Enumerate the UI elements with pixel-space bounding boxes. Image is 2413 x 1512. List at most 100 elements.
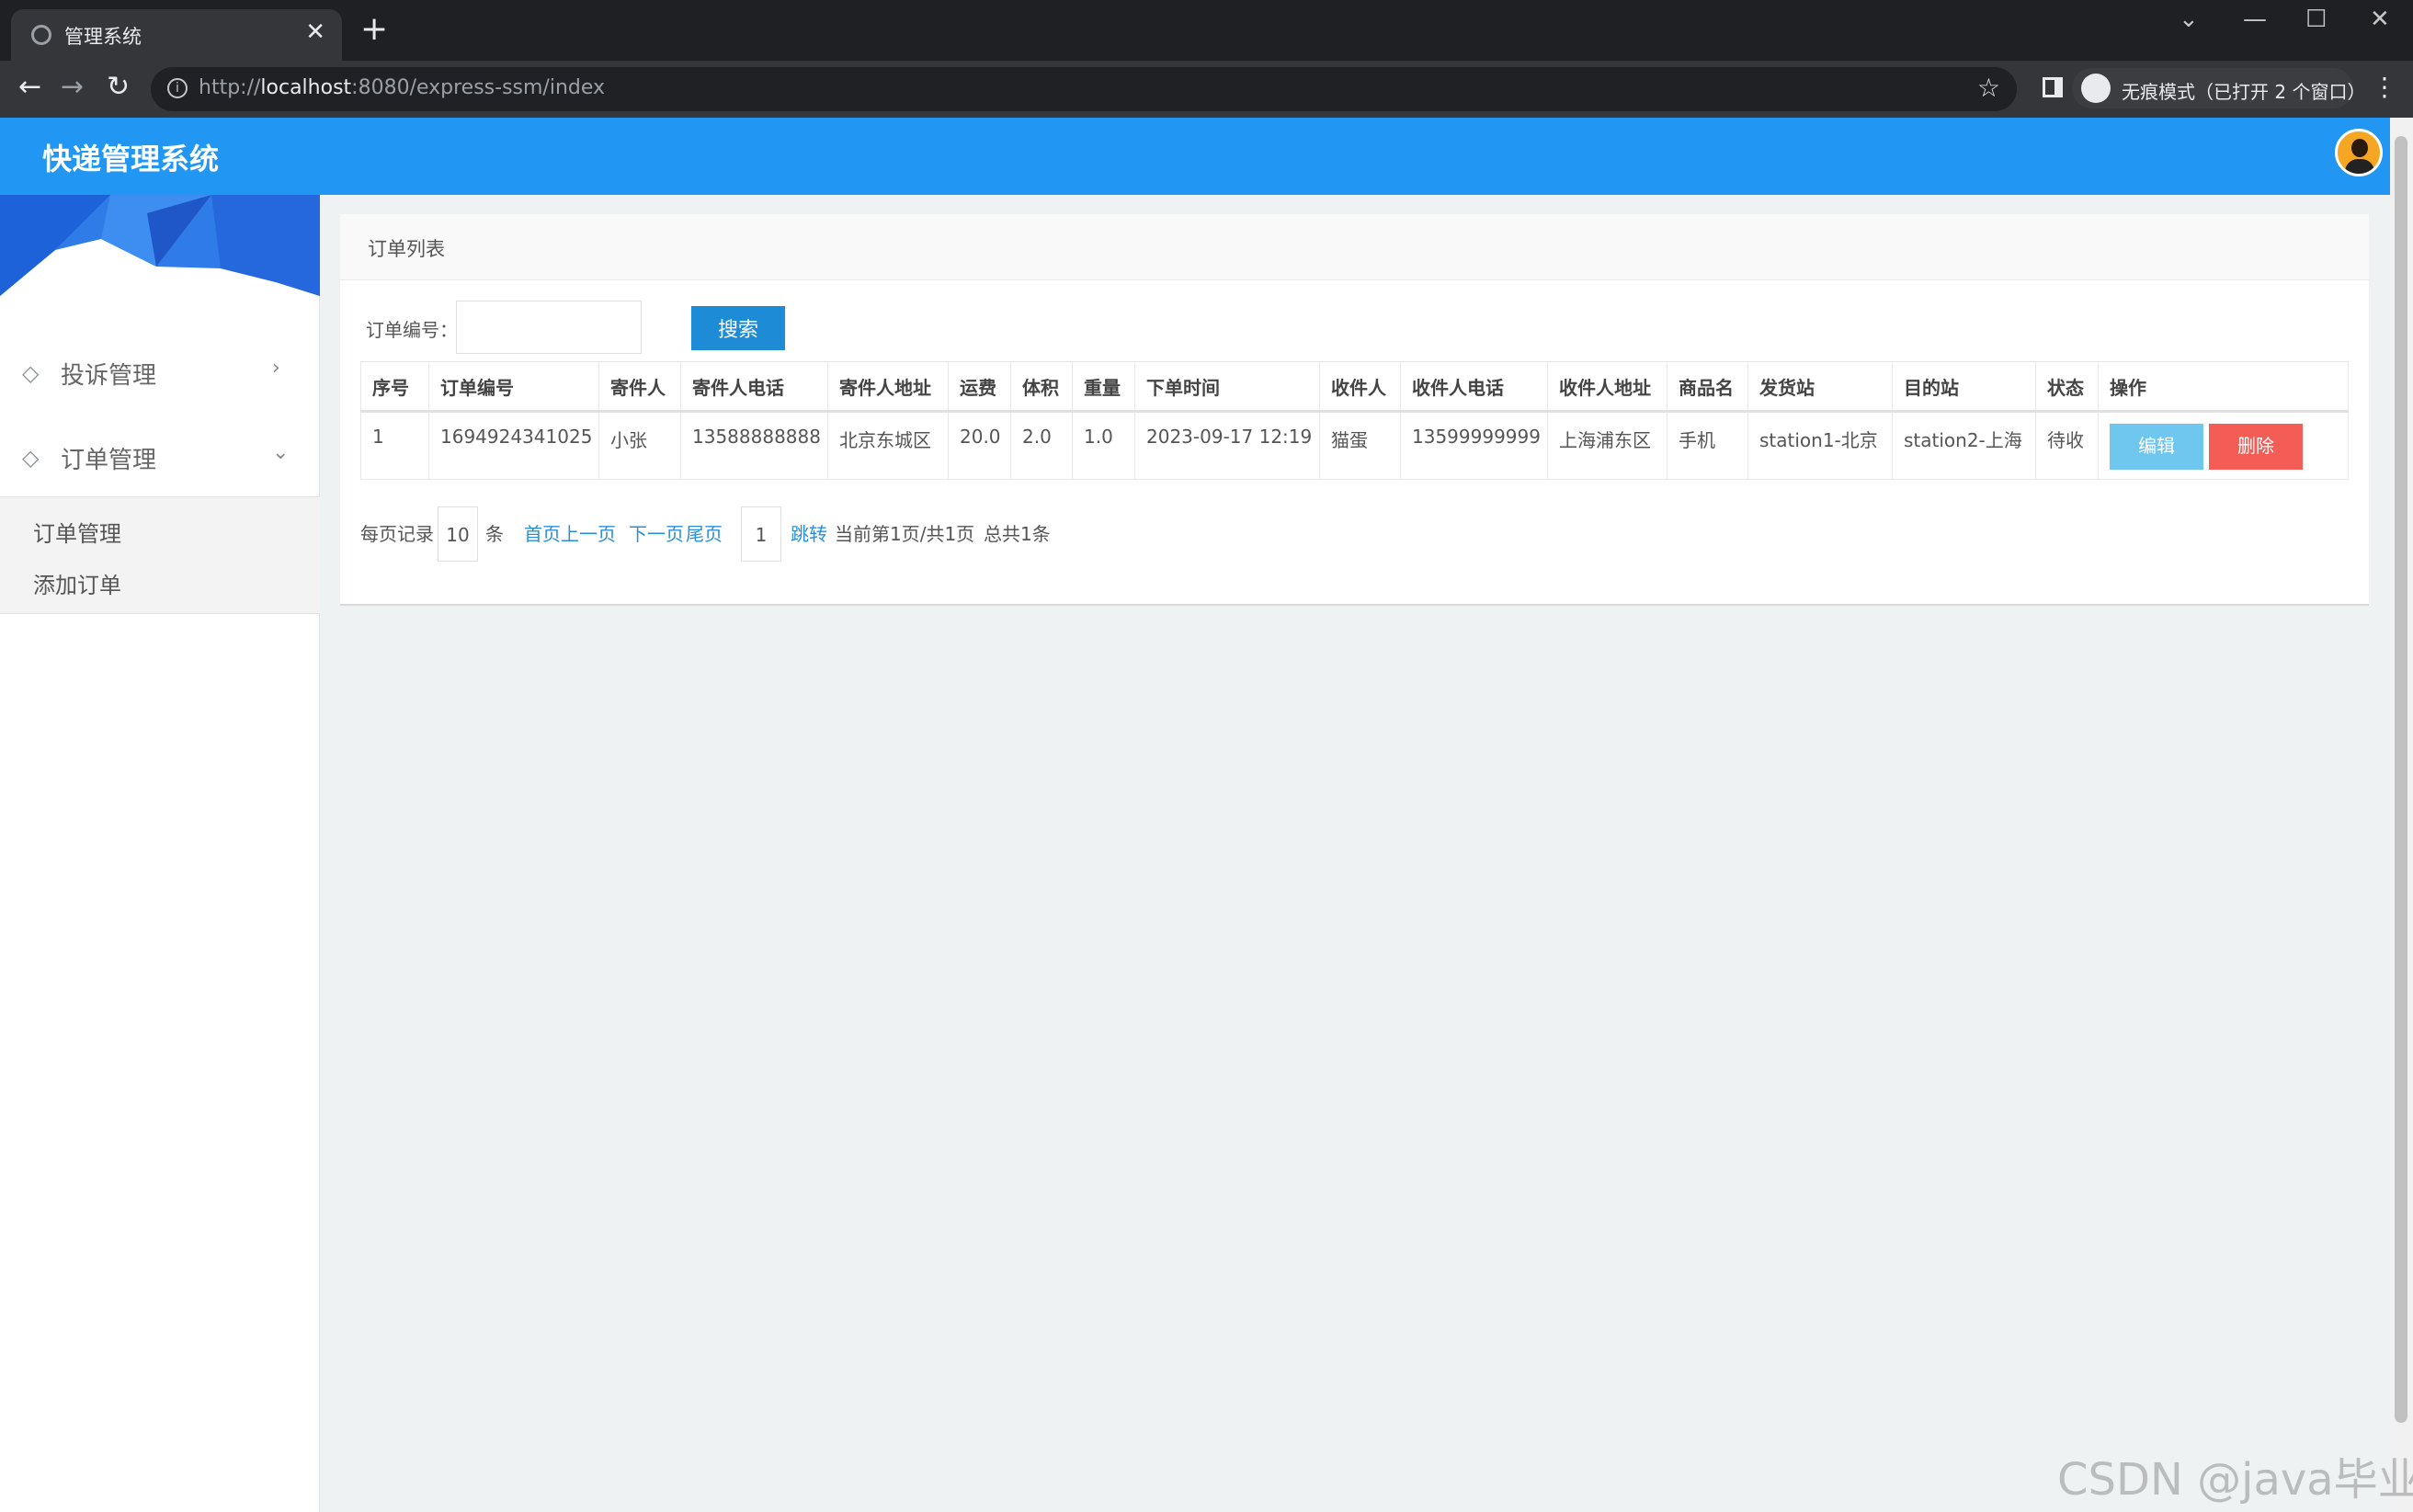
sidebar-item-label: 订单管理 <box>61 447 157 474</box>
table-cell: 1 <box>360 411 429 480</box>
incognito-badge[interactable]: 无痕模式（已打开 2 个窗口） <box>2072 68 2365 108</box>
gem-icon: ◇ <box>22 445 40 471</box>
table-cell: 上海浦东区 <box>1547 411 1667 480</box>
sidebar-item-complaints[interactable]: ◇ 投诉管理 › <box>0 329 320 414</box>
per-page-input[interactable]: 10 <box>438 506 478 562</box>
incognito-icon <box>2081 74 2111 103</box>
column-header: 商品名 <box>1667 361 1748 413</box>
jump-page-input[interactable]: 1 <box>741 506 781 562</box>
table-cell: 2023-09-17 12:19 <box>1134 411 1320 480</box>
minimize-icon[interactable]: — <box>2243 6 2267 33</box>
table-cell: 13588888888 <box>680 411 828 480</box>
table-cell: 2.0 <box>1010 411 1073 480</box>
table-header-row: 序号 订单编号 寄件人 寄件人电话 寄件人地址 运费 体积 重量 下单时间 收件… <box>360 361 2349 413</box>
column-header: 运费 <box>948 361 1011 413</box>
side-panel-icon[interactable] <box>2043 77 2063 97</box>
column-header: 发货站 <box>1747 361 1893 413</box>
column-header: 寄件人 <box>598 361 681 413</box>
table-cell: 13599999999 <box>1400 411 1548 480</box>
submenu-item-add-order[interactable]: 添加订单 <box>33 567 121 599</box>
sidebar-item-label: 投诉管理 <box>61 362 157 390</box>
page-status: 当前第1页/共1页 <box>835 523 975 545</box>
browser-tab[interactable]: 管理系统 ✕ <box>11 9 342 61</box>
table-cell: 1.0 <box>1072 411 1135 480</box>
column-header: 下单时间 <box>1134 361 1320 413</box>
per-page-unit: 条 <box>485 523 504 545</box>
watermark: CSDN @java毕业 <box>2057 1454 2413 1506</box>
maximize-icon[interactable]: ☐ <box>2305 6 2327 33</box>
sidebar: ◇ 投诉管理 › ◇ 订单管理 ⌄ 订单管理 添加订单 <box>0 195 320 1512</box>
table-cell: station2-上海 <box>1892 411 2036 480</box>
column-header: 目的站 <box>1892 361 2036 413</box>
reload-icon[interactable]: ↻ <box>107 72 130 103</box>
order-number-input[interactable] <box>456 301 642 354</box>
per-page-label: 每页记录 <box>360 523 434 545</box>
orders-table: 序号 订单编号 寄件人 寄件人电话 寄件人地址 运费 体积 重量 下单时间 收件… <box>360 361 2349 480</box>
total-count: 总共1条 <box>984 523 1051 545</box>
globe-icon <box>31 25 51 45</box>
table-cell: 待收 <box>2035 411 2099 480</box>
column-header: 状态 <box>2035 361 2099 413</box>
column-header: 操作 <box>2098 361 2349 413</box>
back-icon[interactable]: ← <box>18 72 41 103</box>
avatar-face <box>2351 139 2368 157</box>
table-cell: 猫蛋 <box>1319 411 1401 480</box>
scrollbar-thumb[interactable] <box>2395 136 2407 1423</box>
address-bar[interactable]: i http://localhost:8080/express-ssm/inde… <box>151 67 2017 111</box>
table-cell: station1-北京 <box>1747 411 1893 480</box>
user-avatar[interactable] <box>2335 129 2383 176</box>
column-header: 收件人地址 <box>1547 361 1667 413</box>
column-header: 序号 <box>360 361 429 413</box>
actions-cell: 编辑 删除 <box>2098 411 2349 480</box>
first-page-link[interactable]: 首页 <box>524 506 561 562</box>
table-cell: 20.0 <box>948 411 1011 480</box>
jump-link[interactable]: 跳转 <box>791 506 827 562</box>
panel-header: 订单列表 <box>340 214 2369 280</box>
search-button[interactable]: 搜索 <box>691 306 785 350</box>
window-close-icon[interactable]: ✕ <box>2370 6 2390 33</box>
column-header: 订单编号 <box>428 361 599 413</box>
column-header: 寄件人电话 <box>680 361 828 413</box>
tab-title: 管理系统 <box>64 26 142 48</box>
new-tab-icon[interactable]: + <box>360 13 388 46</box>
submenu-item-order-manage[interactable]: 订单管理 <box>33 516 121 548</box>
browser-menu-icon[interactable]: ⋮ <box>2372 72 2397 102</box>
chevron-right-icon: › <box>272 357 280 380</box>
delete-button[interactable]: 删除 <box>2209 424 2303 470</box>
table-cell: 北京东城区 <box>827 411 949 480</box>
incognito-text: 无痕模式（已打开 2 个窗口） <box>2122 81 2366 103</box>
table-cell: 小张 <box>598 411 681 480</box>
bookmark-star-icon[interactable]: ☆ <box>1977 73 2000 103</box>
orders-submenu: 订单管理 添加订单 <box>0 496 320 614</box>
pagination: 每页记录 10 条 首页 上一页 下一页 尾页 1 跳转 当前第1页/共1页 总… <box>360 506 1280 562</box>
page-scrollbar[interactable] <box>2390 118 2413 1512</box>
prev-page-link[interactable]: 上一页 <box>561 506 616 562</box>
sidebar-banner <box>0 195 320 296</box>
column-header: 重量 <box>1072 361 1135 413</box>
table-cell: 1694924341025 <box>428 411 599 480</box>
next-page-link[interactable]: 下一页 <box>629 506 684 562</box>
close-tab-icon[interactable]: ✕ <box>305 18 325 46</box>
site-info-icon[interactable]: i <box>167 78 188 98</box>
order-list-panel: 订单列表 订单编号： 搜索 序号 订单编号 寄件人 寄件人电话 寄件人地址 运费… <box>340 214 2369 606</box>
tab-search-icon[interactable]: ⌄ <box>2179 6 2199 33</box>
app-title: 快递管理系统 <box>42 142 220 176</box>
browser-tab-bar: 管理系统 ✕ + ⌄ — ☐ ✕ <box>0 0 2413 61</box>
avatar-body <box>2345 159 2374 174</box>
gem-icon: ◇ <box>22 360 40 386</box>
panel-title: 订单列表 <box>368 238 445 260</box>
table-row: 1 1694924341025 小张 13588888888 北京东城区 20.… <box>360 411 2349 480</box>
table-cell: 手机 <box>1667 411 1748 480</box>
sidebar-item-orders[interactable]: ◇ 订单管理 ⌄ <box>0 414 320 498</box>
app-header: 快递管理系统 <box>0 118 2390 195</box>
column-header: 寄件人地址 <box>827 361 949 413</box>
chevron-down-icon: ⌄ <box>272 441 290 464</box>
search-label: 订单编号： <box>366 319 458 341</box>
column-header: 收件人电话 <box>1400 361 1548 413</box>
column-header: 体积 <box>1010 361 1073 413</box>
edit-button[interactable]: 编辑 <box>2110 424 2203 470</box>
column-header: 收件人 <box>1319 361 1401 413</box>
url-text[interactable]: http://localhost:8080/express-ssm/index <box>199 76 605 99</box>
forward-icon[interactable]: → <box>61 72 84 103</box>
last-page-link[interactable]: 尾页 <box>686 506 723 562</box>
